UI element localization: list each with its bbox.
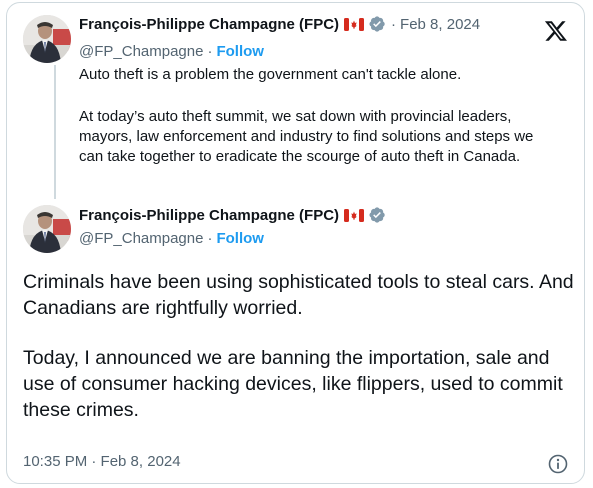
tweet-timestamp[interactable]: 10:35 PM · Feb 8, 2024 bbox=[23, 453, 181, 470]
follow-button[interactable]: Follow bbox=[216, 230, 264, 247]
avatar-image bbox=[23, 205, 71, 253]
tweet1-text-line1: Auto theft is a problem the government c… bbox=[79, 66, 462, 83]
tweet-card[interactable]: François-Philippe Champagne (FPC) · Feb … bbox=[6, 2, 585, 484]
avatar[interactable] bbox=[23, 205, 71, 253]
separator: · bbox=[391, 15, 397, 33]
tweet1-handle-row: @FP_Champagne · Follow bbox=[79, 43, 264, 60]
tweet1-text-paragraph: At today’s auto theft summit, we sat dow… bbox=[79, 108, 534, 165]
canada-flag-icon bbox=[344, 208, 365, 222]
verified-badge-icon bbox=[368, 15, 386, 33]
separator: · bbox=[207, 43, 213, 60]
tweet-date[interactable]: Feb 8, 2024 bbox=[400, 16, 480, 33]
follow-button[interactable]: Follow bbox=[216, 43, 264, 60]
tweet2-author-row: François-Philippe Champagne (FPC) bbox=[79, 206, 386, 224]
thread-connector-line bbox=[54, 65, 56, 199]
avatar[interactable] bbox=[23, 15, 71, 63]
verified-badge-icon bbox=[368, 206, 386, 224]
author-name[interactable]: François-Philippe Champagne (FPC) bbox=[79, 16, 339, 33]
tweet2-text-paragraph1: Criminals have been using sophisticated … bbox=[23, 271, 574, 319]
tweet2-handle-row: @FP_Champagne · Follow bbox=[79, 230, 264, 247]
tweet1-author-row: François-Philippe Champagne (FPC) · Feb … bbox=[79, 15, 480, 33]
avatar-image bbox=[23, 15, 71, 63]
author-handle[interactable]: @FP_Champagne bbox=[79, 43, 203, 60]
author-name[interactable]: François-Philippe Champagne (FPC) bbox=[79, 207, 339, 224]
canada-flag-icon bbox=[344, 17, 365, 31]
separator: · bbox=[207, 230, 213, 247]
author-handle[interactable]: @FP_Champagne bbox=[79, 230, 203, 247]
info-icon[interactable] bbox=[548, 454, 568, 474]
x-logo-icon[interactable] bbox=[544, 19, 568, 43]
tweet2-text-paragraph2: Today, I announced we are banning the im… bbox=[23, 347, 563, 421]
